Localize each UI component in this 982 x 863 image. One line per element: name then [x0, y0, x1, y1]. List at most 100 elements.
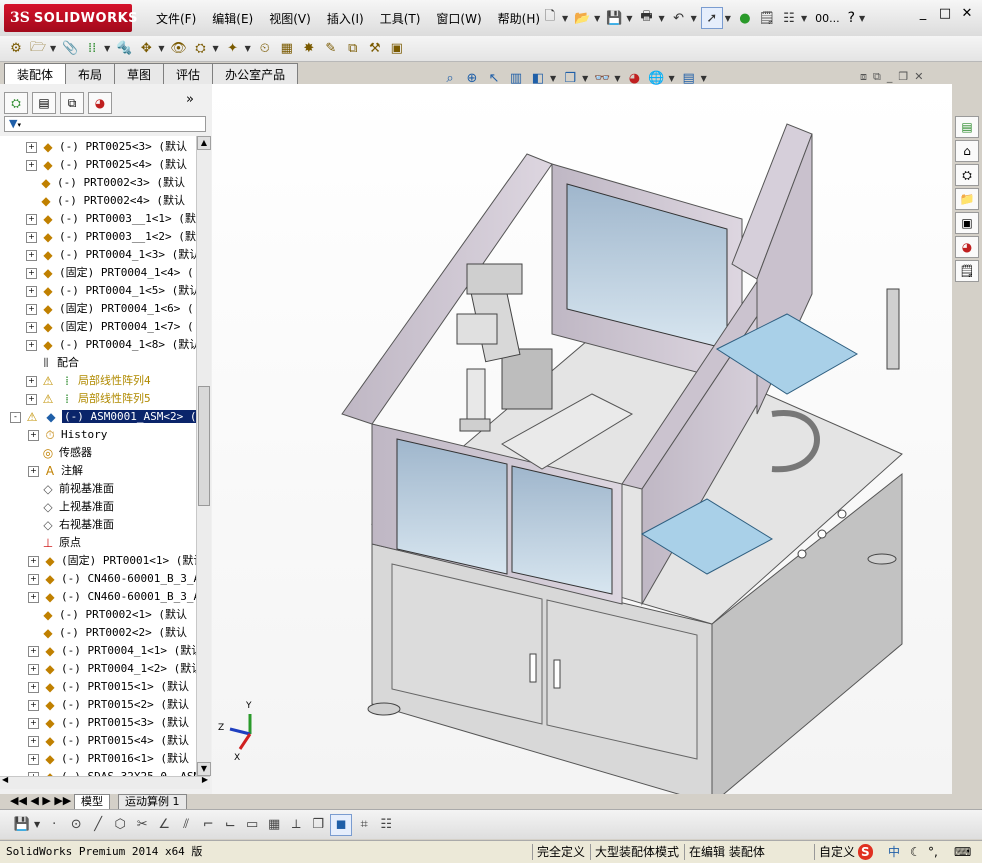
- undo-icon[interactable]: ↶: [669, 8, 689, 28]
- select-pointer-icon[interactable]: ➚: [700, 7, 723, 29]
- expand-toggle-icon[interactable]: +: [28, 699, 39, 711]
- assembly-features-icon[interactable]: ⛭: [190, 39, 210, 59]
- grid-icon[interactable]: ▦: [264, 815, 284, 835]
- menu-insert[interactable]: 插入(I): [319, 8, 372, 29]
- section-view-icon[interactable]: ▥: [506, 68, 526, 88]
- tree-row[interactable]: + ◆ (-) CN460-60001_B_3_AS: [28, 588, 196, 606]
- expand-toggle-icon[interactable]: -: [10, 411, 21, 423]
- clearance-verification-icon[interactable]: ⚒: [365, 39, 385, 59]
- tree-row[interactable]: ◆ (-) PRT0002<4> (默认: [26, 192, 185, 210]
- chevron-down-icon[interactable]: ▼: [550, 74, 556, 83]
- menu-edit[interactable]: 编辑(E): [204, 8, 261, 29]
- expand-toggle-icon[interactable]: +: [26, 393, 37, 405]
- open-folder-icon[interactable]: 📂: [572, 8, 592, 28]
- chevron-down-icon[interactable]: ▼: [691, 14, 697, 23]
- angle-icon[interactable]: ∠: [154, 815, 174, 835]
- assembly-model[interactable]: Y Z X: [212, 84, 952, 794]
- rectangle-icon[interactable]: ▭: [242, 815, 262, 835]
- tab-evaluate[interactable]: 评估: [163, 63, 214, 86]
- chevron-down-icon[interactable]: ▼: [626, 14, 632, 23]
- apply-scene-icon[interactable]: 🌐: [646, 68, 666, 88]
- tree-row[interactable]: + ◆ (-) PRT0004_1<5> (默认: [26, 282, 196, 300]
- expand-toggle-icon[interactable]: +: [26, 159, 37, 171]
- expand-toggle-icon[interactable]: +: [28, 717, 39, 729]
- mate-icon[interactable]: 📎: [60, 39, 80, 59]
- smart-fasteners-icon[interactable]: 🔩: [114, 39, 134, 59]
- assembly-mode-status[interactable]: 大型装配体模式: [590, 844, 683, 860]
- expand-toggle-icon[interactable]: +: [26, 321, 37, 333]
- scroll-down-icon[interactable]: ▼: [197, 762, 211, 776]
- circle-icon[interactable]: ⊙: [66, 815, 86, 835]
- tree-row[interactable]: ◇ 上视基准面: [28, 498, 114, 516]
- zoom-area-icon[interactable]: ⊕: [462, 68, 482, 88]
- chevron-down-icon[interactable]: ▼: [34, 820, 40, 829]
- chevron-down-icon[interactable]: ▼: [245, 44, 251, 53]
- hole-alignment-icon[interactable]: ▣: [387, 39, 407, 59]
- viewport-restore-icon[interactable]: ❐: [898, 70, 908, 84]
- tree-row[interactable]: + ◆ (-) PRT0015<4> (默认: [28, 732, 189, 750]
- edit-appearance-icon[interactable]: ◕: [624, 68, 644, 88]
- shaded-display-icon[interactable]: ◼: [330, 813, 353, 836]
- chevron-down-icon[interactable]: ▾: [17, 121, 21, 129]
- hide-show-items-icon[interactable]: 👓: [592, 68, 612, 88]
- tree-row[interactable]: + ◆ (固定) PRT0004_1<6> (: [26, 300, 194, 318]
- tree-row[interactable]: ⊥ 原点: [28, 534, 81, 552]
- chamfer-icon[interactable]: ⌙: [220, 815, 240, 835]
- offset-icon[interactable]: ⫽: [176, 815, 196, 835]
- tree-row[interactable]: + ◆ (-) PRT0004_1<2> (默认: [28, 660, 196, 678]
- home-icon[interactable]: ⌂: [955, 140, 979, 162]
- trim-icon[interactable]: ✂: [132, 815, 152, 835]
- traffic-light-icon[interactable]: ●: [735, 8, 755, 28]
- expand-toggle-icon[interactable]: +: [26, 303, 37, 315]
- view-orientation-icon[interactable]: ❒: [560, 68, 580, 88]
- file-properties-icon[interactable]: 🗒: [757, 8, 777, 28]
- tree-filter[interactable]: ▼▾: [4, 116, 206, 132]
- tree-row[interactable]: + A 注解: [28, 462, 83, 480]
- expand-toggle-icon[interactable]: +: [26, 339, 37, 351]
- 3d-sketch-icon[interactable]: ❒: [308, 815, 328, 835]
- tab-model[interactable]: 模型: [74, 794, 110, 810]
- tree-row[interactable]: + ⏱ History: [28, 426, 107, 444]
- tab-motion-study[interactable]: 运动算例 1: [118, 794, 187, 810]
- tree-row[interactable]: + ◆ (-) PRT0015<1> (默认: [28, 678, 189, 696]
- tree-row[interactable]: ⫴ 配合: [26, 354, 79, 372]
- scroll-thumb[interactable]: [198, 386, 210, 506]
- ime-keyboard-icon[interactable]: ⌨: [950, 844, 975, 860]
- tree-horizontal-scrollbar[interactable]: ◀ ▶: [0, 775, 210, 789]
- tree-row[interactable]: + ⚠ ⁞ 局部线性阵列4: [26, 372, 151, 390]
- close-button[interactable]: ✕: [956, 6, 978, 21]
- scroll-right-icon[interactable]: ▶: [202, 775, 208, 784]
- options-icon[interactable]: ☷: [779, 8, 799, 28]
- expand-toggle-icon[interactable]: +: [28, 429, 39, 441]
- tree-row[interactable]: +◆(-) SDAS-32X25_0__ASM: [28, 768, 196, 776]
- design-library-icon[interactable]: ⛭: [955, 164, 979, 186]
- save-icon[interactable]: 💾: [12, 815, 32, 835]
- expand-toggle-icon[interactable]: +: [28, 735, 39, 747]
- tab-office-products[interactable]: 办公室产品: [212, 63, 299, 86]
- expand-toggle-icon[interactable]: +: [28, 555, 39, 567]
- expand-toggle-icon[interactable]: +: [26, 267, 37, 279]
- tree-row[interactable]: + ◆ (-) CN460-60001_B_3_AS: [28, 570, 196, 588]
- menu-file[interactable]: 文件(F): [148, 8, 204, 29]
- feature-tree-icon[interactable]: ⛭: [4, 92, 28, 114]
- chevron-down-icon[interactable]: ▼: [562, 14, 568, 23]
- table-icon[interactable]: ☷: [376, 815, 396, 835]
- graphics-viewport[interactable]: Y Z X: [212, 84, 952, 794]
- tree-row[interactable]: + ◆ (-) PRT0016<1> (默认: [28, 750, 189, 768]
- wireframe-icon[interactable]: ⌗: [354, 815, 374, 835]
- chevron-down-icon[interactable]: ▼: [658, 14, 664, 23]
- tree-row[interactable]: + ◆ (-) PRT0004_1<1> (默认: [28, 642, 196, 660]
- chevron-down-icon[interactable]: ▼: [158, 44, 164, 53]
- scroll-left-icon[interactable]: ◀: [2, 775, 8, 784]
- chevron-down-icon[interactable]: ▼: [582, 74, 588, 83]
- chevron-down-icon[interactable]: ▼: [50, 44, 56, 53]
- line-icon[interactable]: ╱: [88, 815, 108, 835]
- chevron-down-icon[interactable]: ▼: [594, 14, 600, 23]
- property-manager-icon[interactable]: ▤: [32, 92, 56, 114]
- previous-view-icon[interactable]: ↖: [484, 68, 504, 88]
- tab-assembly[interactable]: 装配体: [4, 63, 67, 86]
- tree-row[interactable]: + ◆ (-) PRT0004_1<8> (默认: [26, 336, 196, 354]
- tree-row[interactable]: -⚠ ◆ (-) ASM0001_ASM<2> (默认: [10, 408, 196, 426]
- tree-row[interactable]: + ◆ (固定) PRT0004_1<4> (: [26, 264, 194, 282]
- viewport-minimize-icon[interactable]: _: [887, 70, 893, 84]
